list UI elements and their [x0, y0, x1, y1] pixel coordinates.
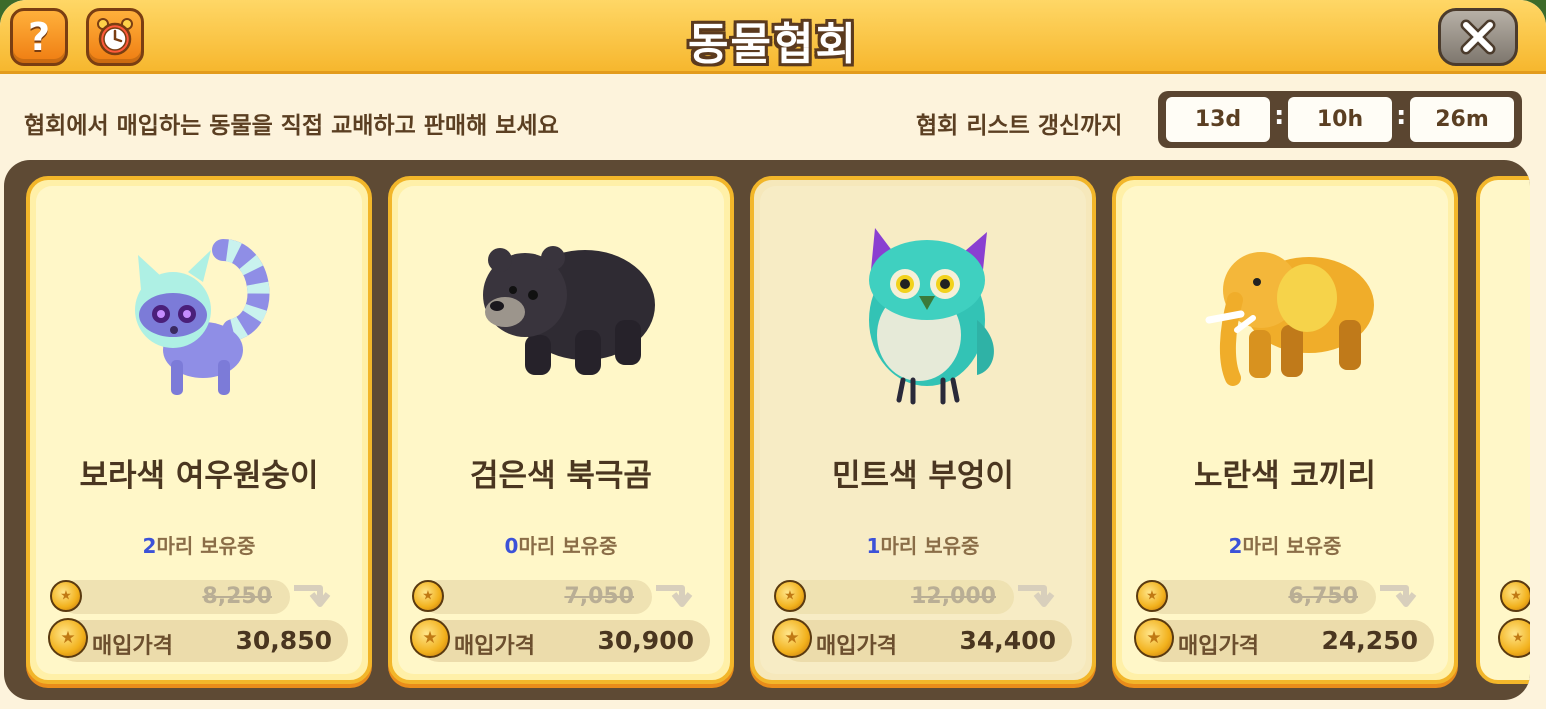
- price-down-arrow-icon: [656, 585, 693, 607]
- animal-name: 검은색 북극곰: [470, 458, 652, 494]
- close-icon: [1460, 19, 1496, 55]
- buy-price-value: 34,400: [959, 626, 1056, 655]
- buy-price-label: 매입가격: [816, 634, 897, 659]
- coin-icon: [1500, 580, 1530, 612]
- coin-icon: [1134, 618, 1174, 658]
- previous-price: 12,000: [911, 584, 996, 609]
- refresh-timer: 13d : 10h : 26m: [1158, 91, 1522, 148]
- buy-price-value: 24,250: [1321, 626, 1418, 655]
- coin-icon: [1136, 580, 1168, 612]
- owned-count-text: 0마리 보유중: [504, 534, 618, 558]
- owned-count-text: 2마리 보유중: [142, 534, 256, 558]
- buy-price-value: 30,900: [597, 626, 694, 655]
- animal-card-list[interactable]: 보라색 여우원숭이 2마리 보유중 8,250 매입가격 30,850: [4, 160, 1530, 700]
- owl-icon: [869, 228, 994, 405]
- price-down-arrow-icon: [294, 585, 331, 607]
- timer-minutes: 26m: [1410, 97, 1514, 142]
- buy-price-label: 매입가격: [1178, 634, 1259, 659]
- price-down-arrow-icon: [1380, 585, 1417, 607]
- animal-card[interactable]: 보라색 여우원숭이 2마리 보유중 8,250 매입가격 30,850: [26, 176, 372, 684]
- refresh-label: 협회 리스트 갱신까지: [916, 113, 1123, 139]
- coin-icon: [774, 580, 806, 612]
- timer-days: 13d: [1166, 97, 1270, 142]
- animal-card-partial[interactable]: [1476, 176, 1530, 684]
- previous-price-bar: 12,000: [784, 580, 1014, 614]
- lemur-icon: [135, 239, 270, 395]
- coin-icon: [1498, 618, 1530, 658]
- previous-price-bar: 8,250: [60, 580, 290, 614]
- coin-icon: [48, 618, 88, 658]
- animal-name: 노란색 코끼리: [1194, 458, 1376, 494]
- buy-price-label: 매입가격: [454, 634, 535, 659]
- timer-separator: :: [1274, 101, 1285, 131]
- title-bar: ? 동물협회: [0, 0, 1546, 74]
- buy-price-value: 30,850: [235, 626, 332, 655]
- timer-separator: :: [1396, 101, 1407, 131]
- animal-card[interactable]: 민트색 부엉이 1마리 보유중 12,000 매입가격 34,400: [750, 176, 1096, 684]
- window-title: 동물협회: [688, 19, 858, 70]
- timer-hours: 10h: [1288, 97, 1392, 142]
- animal-association-window: ? 동물협회 협회에서 매입하는 동물을 직접 교배하고 판매해 보세요 협회 …: [0, 0, 1546, 709]
- owned-count-text: 2마리 보유중: [1228, 534, 1342, 558]
- previous-price-bar: 6,750: [1146, 580, 1376, 614]
- previous-price: 7,050: [564, 584, 634, 609]
- coin-icon: [772, 618, 812, 658]
- previous-price: 6,750: [1288, 584, 1358, 609]
- bear-icon: [483, 246, 655, 375]
- coin-icon: [412, 580, 444, 612]
- close-button[interactable]: [1438, 8, 1518, 66]
- animal-card[interactable]: 검은색 북극곰 0마리 보유중 7,050 매입가격 30,900: [388, 176, 734, 684]
- animal-card[interactable]: 노란색 코끼리 2마리 보유중 6,750 매입가격 24,250: [1112, 176, 1458, 684]
- previous-price: 8,250: [202, 584, 272, 609]
- previous-price-bar: 7,050: [422, 580, 652, 614]
- owned-count-text: 1마리 보유중: [866, 534, 980, 558]
- elephant-icon: [1205, 252, 1374, 386]
- animal-name: 보라색 여우원숭이: [79, 458, 319, 494]
- animal-name: 민트색 부엉이: [832, 458, 1014, 494]
- subtitle-text: 협회에서 매입하는 동물을 직접 교배하고 판매해 보세요: [24, 113, 559, 139]
- price-down-arrow-icon: [1018, 585, 1055, 607]
- coin-icon: [50, 580, 82, 612]
- coin-icon: [410, 618, 450, 658]
- buy-price-label: 매입가격: [92, 634, 173, 659]
